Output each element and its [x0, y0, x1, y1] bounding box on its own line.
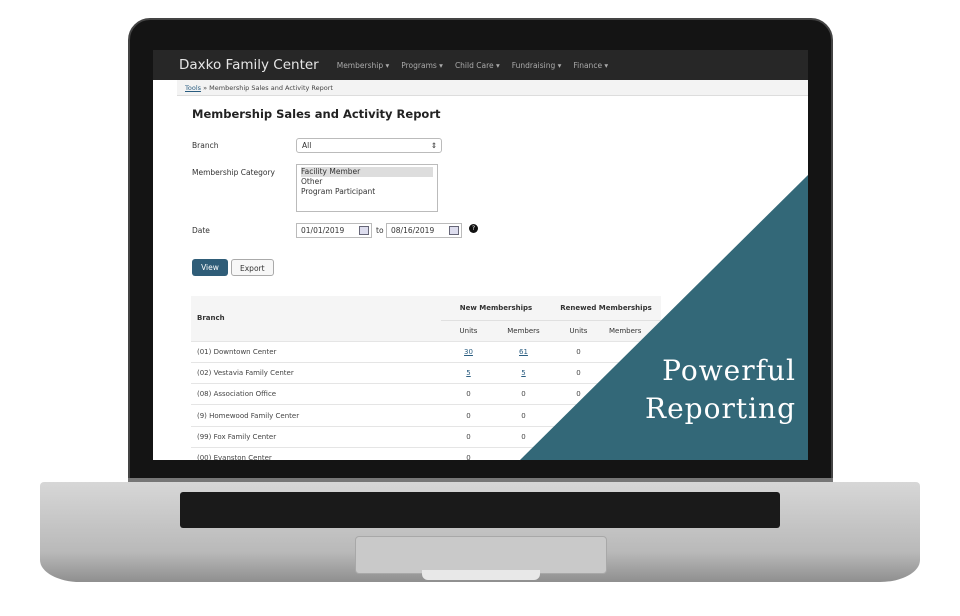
trackpad — [355, 536, 607, 574]
members-header: Members — [608, 326, 643, 335]
promo-text: Powerful Reporting — [645, 352, 796, 428]
laptop-screen: Daxko Family Center Membership ▾ Program… — [153, 50, 808, 460]
promo-line-2: Reporting — [645, 392, 796, 425]
promo-line-1: Powerful — [662, 354, 796, 387]
lid-notch — [422, 570, 540, 580]
keyboard — [180, 492, 780, 528]
